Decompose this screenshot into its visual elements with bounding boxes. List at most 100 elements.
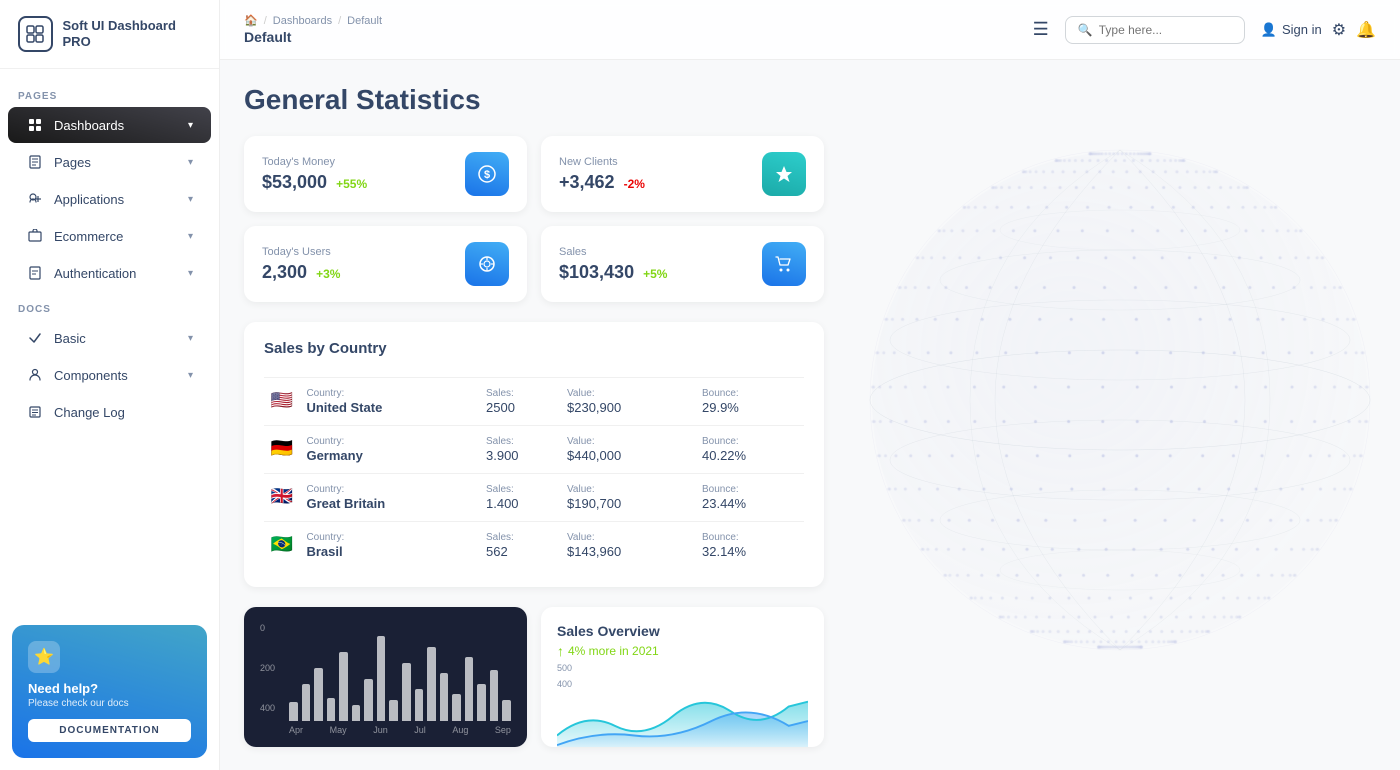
content-area: // Will render via JS below [220,60,1400,770]
stat-value-sales: $103,430 +5% [559,262,667,283]
chevron-down-icon: ▾ [188,120,193,131]
bar [477,684,486,721]
table-row: 🇺🇸 Country: United State Sales: 2500 Val… [264,378,804,426]
bar-chart-card: 400 200 0 Apr May Jun Jul Aug Sep [244,607,527,747]
breadcrumb: 🏠 / Dashboards / Default Default [244,14,382,45]
chevron-down-icon: ▾ [188,157,193,168]
stat-icon-sales [762,242,806,286]
sales-cell: Sales: 2500 [480,378,561,426]
bar [314,668,323,721]
sidebar: Soft UI Dashboard PRO PAGES Dashboards ▾ [0,0,220,770]
sidebar-item-label: Dashboards [54,118,124,133]
bounce-cell: Bounce: 29.9% [696,378,804,426]
sidebar-nav: PAGES Dashboards ▾ [0,69,219,613]
breadcrumb-current: Default [347,15,382,27]
sidebar-item-label: Applications [54,192,124,207]
bar-chart-bars [289,631,511,721]
bounce-cell: Bounce: 40.22% [696,426,804,474]
sales-overview-card: Sales Overview ↑ 4% more in 2021 500 400 [541,607,824,747]
sidebar-item-changelog[interactable]: Change Log [8,394,211,430]
bar [402,663,411,721]
bar [352,705,361,721]
search-icon: 🔍 [1078,23,1093,37]
home-icon[interactable]: 🏠 [244,14,258,27]
stat-value-users: 2,300 +3% [262,262,340,283]
main-area: 🏠 / Dashboards / Default Default ☰ 🔍 👤 S… [220,0,1400,770]
notifications-icon[interactable]: 🔔 [1356,20,1376,40]
bar [389,700,398,721]
stat-info-sales: Sales $103,430 +5% [559,246,667,283]
stat-change-sales: +5% [643,267,667,281]
stat-label-clients: New Clients [559,156,645,168]
country-label: Country: [306,532,344,543]
page-title: Default [244,29,382,45]
sales-by-country-card: Sales by Country 🇺🇸 Country: United Stat… [244,322,824,587]
stat-label-money: Today's Money [262,156,367,168]
bar-chart-x-labels: Apr May Jun Jul Aug Sep [289,725,511,735]
sidebar-item-authentication[interactable]: Authentication ▾ [8,255,211,291]
bar [302,684,311,721]
table-row: 🇩🇪 Country: Germany Sales: 3.900 Value: … [264,426,804,474]
stat-label-users: Today's Users [262,246,340,258]
sidebar-item-basic[interactable]: Basic ▾ [8,320,211,356]
hamburger-button[interactable]: ☰ [1033,19,1049,40]
sidebar-item-label: Pages [54,155,91,170]
sales-by-country-title: Sales by Country [264,340,804,357]
country-cell: 🇺🇸 Country: United State [264,378,480,426]
search-bar[interactable]: 🔍 [1065,16,1245,44]
settings-icon[interactable]: ⚙ [1332,20,1346,40]
flag-icon: 🇬🇧 [270,488,294,504]
country-name: Germany [306,448,362,463]
general-statistics-title: General Statistics [244,84,1376,116]
country-cell: 🇩🇪 Country: Germany [264,426,480,474]
stat-label-sales: Sales [559,246,667,258]
sidebar-item-pages[interactable]: Pages ▾ [8,144,211,180]
stat-card-sales: Sales $103,430 +5% [541,226,824,302]
country-label: Country: [306,388,382,399]
stat-change-clients: -2% [624,177,645,191]
bounce-cell: Bounce: 32.14% [696,522,804,570]
stat-card-users: Today's Users 2,300 +3% [244,226,527,302]
chevron-down-icon: ▾ [188,370,193,381]
stat-value-money: $53,000 +55% [262,172,367,193]
sidebar-item-label: Ecommerce [54,229,123,244]
chevron-down-icon: ▾ [188,231,193,242]
sidebar-item-dashboards[interactable]: Dashboards ▾ [8,107,211,143]
sidebar-item-components[interactable]: Components ▾ [8,357,211,393]
user-circle-icon: 👤 [1261,22,1277,38]
overview-subtitle: 4% more in 2021 [568,644,659,658]
stat-icon-money: $ [465,152,509,196]
stat-card-money: Today's Money $53,000 +55% $ [244,136,527,212]
globe-svg [810,120,1400,700]
components-icon [26,366,44,384]
section-pages-label: PAGES [0,79,219,106]
bar [327,698,336,721]
trend-up-icon: ↑ [557,643,564,659]
bar [440,673,449,721]
bar [339,652,348,721]
documentation-button[interactable]: DOCUMENTATION [28,719,191,742]
breadcrumb-sep2: / [338,15,341,27]
bar [502,700,511,721]
search-input[interactable] [1099,23,1229,37]
stat-icon-clients [762,152,806,196]
applications-icon [26,190,44,208]
stat-info-clients: New Clients +3,462 -2% [559,156,645,193]
breadcrumb-dashboards[interactable]: Dashboards [273,15,332,27]
country-name: Brasil [306,544,344,559]
bar [415,689,424,721]
sidebar-item-ecommerce[interactable]: Ecommerce ▾ [8,218,211,254]
authentication-icon [26,264,44,282]
country-cell: 🇧🇷 Country: Brasil [264,522,480,570]
globe-decoration: // Will render via JS below [810,120,1400,700]
sales-cell: Sales: 1.400 [480,474,561,522]
flag-icon: 🇧🇷 [270,536,294,552]
sidebar-item-applications[interactable]: Applications ▾ [8,181,211,217]
sign-in-button[interactable]: 👤 Sign in [1261,22,1322,38]
help-star-icon: ⭐ [28,641,60,673]
bar [490,670,499,721]
country-cell: 🇬🇧 Country: Great Britain [264,474,480,522]
stat-change-users: +3% [316,267,340,281]
stat-card-clients: New Clients +3,462 -2% [541,136,824,212]
country-name: United State [306,400,382,415]
